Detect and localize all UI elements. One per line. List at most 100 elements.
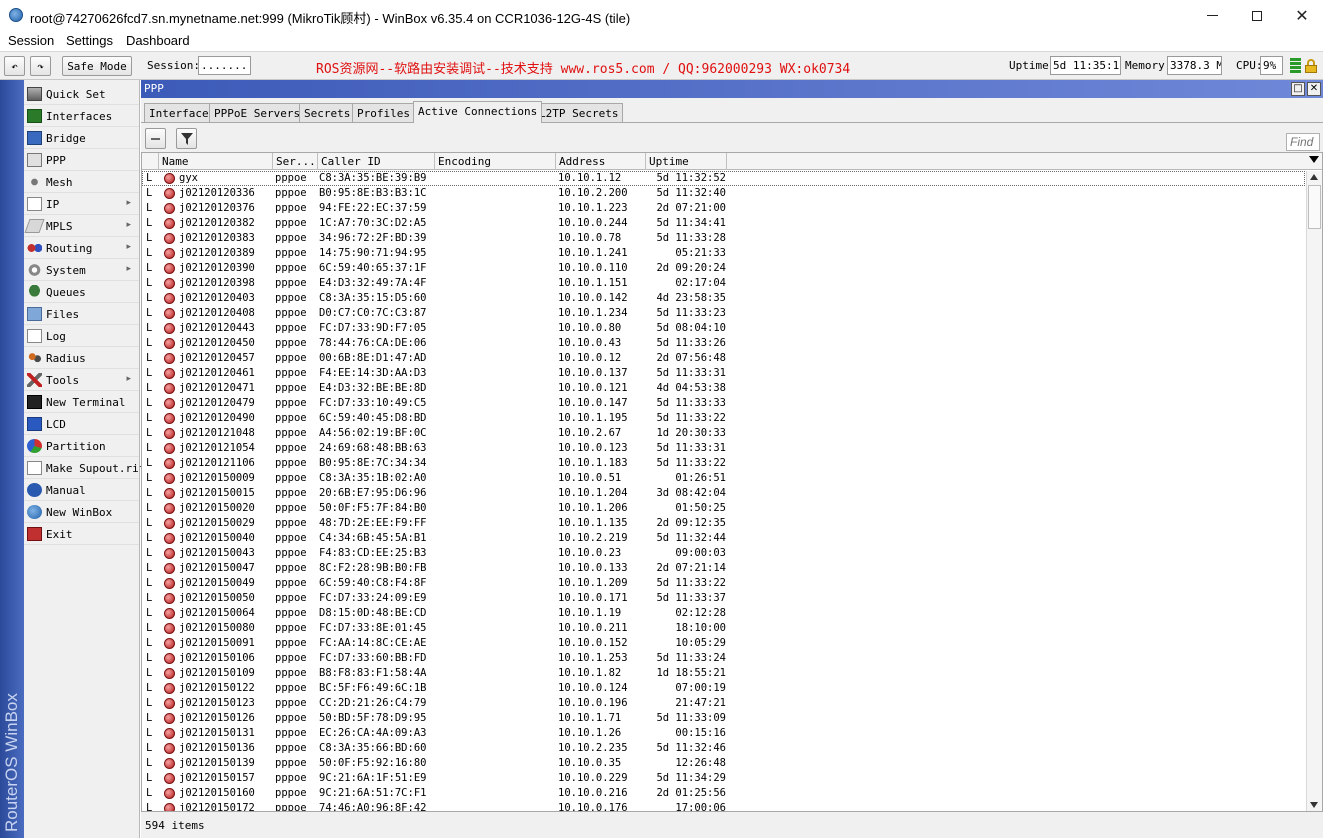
scroll-down-icon[interactable] xyxy=(1310,802,1318,808)
table-row[interactable]: Lj02120150043 pppoe F4:83:CD:EE:25:B3 10.10… xyxy=(142,546,1305,561)
safe-mode-button[interactable]: Safe Mode xyxy=(62,56,132,76)
left-menu-item-lcd[interactable]: LCD xyxy=(24,413,139,435)
table-row[interactable]: Lj02120150020 pppoe 50:0F:F5:7F:84:B0 10.10… xyxy=(142,501,1305,516)
table-row[interactable]: Lj02120150050 pppoe FC:D7:33:24:09:E9 10.10… xyxy=(142,591,1305,606)
table-row[interactable]: Lj02120150080 pppoe FC:D7:33:8E:01:45 10.10… xyxy=(142,621,1305,636)
left-menu-item-tools[interactable]: Tools ▸ xyxy=(24,369,139,391)
ppp-titlebar[interactable]: PPP □ ✕ xyxy=(141,80,1323,98)
col-encoding[interactable]: Encoding xyxy=(435,153,556,170)
left-menu-item-new-winbox[interactable]: New WinBox xyxy=(24,501,139,523)
left-menu-item-make-supout-rif[interactable]: Make Supout.rif xyxy=(24,457,145,479)
table-row[interactable]: Lj02120120461 pppoe F4:EE:14:3D:AA:D3 10.10… xyxy=(142,366,1305,381)
col-caller-id[interactable]: Caller ID xyxy=(318,153,435,170)
table-row[interactable]: Lj02120120479 pppoe FC:D7:33:10:49:C5 10.10… xyxy=(142,396,1305,411)
table-row[interactable]: Lj02120120376 pppoe 94:FE:22:EC:37:59 10.10… xyxy=(142,201,1305,216)
find-input[interactable] xyxy=(1286,133,1320,151)
left-menu-item-interfaces[interactable]: Interfaces xyxy=(24,105,139,127)
left-menu-item-queues[interactable]: Queues xyxy=(24,281,139,303)
table-row[interactable]: Lj02120150160 pppoe 9C:21:6A:51:7C:F1 10.10… xyxy=(142,786,1305,801)
table-row[interactable]: Lj02120120390 pppoe 6C:59:40:65:37:1F 10.10… xyxy=(142,261,1305,276)
menu-dashboard[interactable]: Dashboard xyxy=(126,33,190,48)
left-menu-item-system[interactable]: System ▸ xyxy=(24,259,139,281)
table-row[interactable]: Lj02120150106 pppoe FC:D7:33:60:BB:FD 10.10… xyxy=(142,651,1305,666)
tab-pppoe-servers[interactable]: PPPoE Servers xyxy=(209,103,306,122)
left-menu-item-manual[interactable]: Manual xyxy=(24,479,139,501)
table-row[interactable]: Lj02120120383 pppoe 34:96:72:2F:BD:39 10.10… xyxy=(142,231,1305,246)
tab-l2tp-secrets[interactable]: L2TP Secrets xyxy=(534,103,624,122)
menu-settings[interactable]: Settings xyxy=(66,33,113,48)
table-row[interactable]: Lj02120150091 pppoe FC:AA:14:8C:CE:AE 10.10… xyxy=(142,636,1305,651)
table-row[interactable]: Lj02120120398 pppoe E4:D3:32:49:7A:4F 10.10… xyxy=(142,276,1305,291)
session-field[interactable]: ........ xyxy=(198,56,251,75)
remove-button[interactable] xyxy=(145,128,166,149)
table-row[interactable]: Lj02120121048 pppoe A4:56:02:19:BF:0C 10.10… xyxy=(142,426,1305,441)
left-menu-item-mesh[interactable]: Mesh xyxy=(24,171,139,193)
columns-dropdown-icon[interactable] xyxy=(1309,156,1319,163)
minimize-button[interactable] xyxy=(1189,0,1235,31)
left-menu-label: Files xyxy=(46,308,80,321)
table-row[interactable]: Lj02120150040 pppoe C4:34:6B:45:5A:B1 10.10… xyxy=(142,531,1305,546)
table-row[interactable]: Lj02120150123 pppoe CC:2D:21:26:C4:79 10.10… xyxy=(142,696,1305,711)
vertical-scrollbar[interactable] xyxy=(1306,171,1322,811)
col-service[interactable]: Ser... xyxy=(273,153,318,170)
left-menu-item-bridge[interactable]: Bridge xyxy=(24,127,139,149)
left-menu-item-mpls[interactable]: MPLS ▸ xyxy=(24,215,139,237)
tab-interface[interactable]: Interface xyxy=(144,103,214,122)
table-row[interactable]: Lj02120150029 pppoe 48:7D:2E:EE:F9:FF 10.10… xyxy=(142,516,1305,531)
table-row[interactable]: Lj02120120389 pppoe 14:75:90:71:94:95 10.10… xyxy=(142,246,1305,261)
left-menu-item-radius[interactable]: Radius xyxy=(24,347,139,369)
table-row[interactable]: Lj02120120382 pppoe 1C:A7:70:3C:D2:A5 10.10… xyxy=(142,216,1305,231)
menu-session[interactable]: Session xyxy=(8,33,54,48)
table-row[interactable]: Lj02120150131 pppoe EC:26:CA:4A:09:A3 10.10… xyxy=(142,726,1305,741)
left-menu-item-quick-set[interactable]: Quick Set xyxy=(24,83,139,105)
maximize-button[interactable] xyxy=(1234,0,1280,31)
table-row[interactable]: Lj02120120336 pppoe B0:95:8E:B3:B3:1C 10.10… xyxy=(142,186,1305,201)
col-uptime[interactable]: Uptime xyxy=(646,153,727,170)
table-row[interactable]: Lj02120150009 pppoe C8:3A:35:1B:02:A0 10.10… xyxy=(142,471,1305,486)
table-row[interactable]: Lj02120150122 pppoe BC:5F:F6:49:6C:1B 10.10… xyxy=(142,681,1305,696)
table-row[interactable]: Lj02120150109 pppoe B8:F8:83:F1:58:4A 10.10… xyxy=(142,666,1305,681)
left-menu-item-new-terminal[interactable]: New Terminal xyxy=(24,391,139,413)
lock-icon[interactable] xyxy=(1305,59,1317,73)
table-row[interactable]: Lj02120150136 pppoe C8:3A:35:66:BD:60 10.10… xyxy=(142,741,1305,756)
table-row[interactable]: Lj02120120408 pppoe D0:C7:C0:7C:C3:87 10.10… xyxy=(142,306,1305,321)
scroll-up-icon[interactable] xyxy=(1310,174,1318,180)
table-row[interactable]: Lj02120120471 pppoe E4:D3:32:BE:BE:8D 10.10… xyxy=(142,381,1305,396)
tab-profiles[interactable]: Profiles xyxy=(352,103,415,122)
table-row[interactable]: Lj02120150047 pppoe 8C:F2:28:9B:B0:FB 10.10… xyxy=(142,561,1305,576)
table-row[interactable]: Lj02120150157 pppoe 9C:21:6A:1F:51:E9 10.10… xyxy=(142,771,1305,786)
left-menu-item-log[interactable]: Log xyxy=(24,325,139,347)
table-row[interactable]: Lj02120120450 pppoe 78:44:76:CA:DE:06 10.10… xyxy=(142,336,1305,351)
cell-flag: L xyxy=(146,532,153,544)
col-address[interactable]: Address xyxy=(556,153,646,170)
table-row[interactable]: Lj02120120490 pppoe 6C:59:40:45:D8:BD 10.10… xyxy=(142,411,1305,426)
table-row[interactable]: Lj02120121106 pppoe B0:95:8E:7C:34:34 10.10… xyxy=(142,456,1305,471)
table-row[interactable]: Lj02120121054 pppoe 24:69:68:48:BB:63 10.10… xyxy=(142,441,1305,456)
col-name[interactable]: Name xyxy=(159,153,273,170)
table-row[interactable]: Lgyx pppoe C8:3A:35:BE:39:B9 10.10.1.12 5d 1… xyxy=(142,171,1305,186)
table-row[interactable]: Lj02120150015 pppoe 20:6B:E7:95:D6:96 10.10… xyxy=(142,486,1305,501)
left-menu-item-routing[interactable]: Routing ▸ xyxy=(24,237,139,259)
undo-button[interactable]: ↶ xyxy=(4,56,25,76)
close-button[interactable]: ✕ xyxy=(1279,0,1323,31)
left-menu-item-exit[interactable]: Exit xyxy=(24,523,139,545)
table-row[interactable]: Lj02120120457 pppoe 00:6B:8E:D1:47:AD 10.10… xyxy=(142,351,1305,366)
left-menu-item-ppp[interactable]: PPP xyxy=(24,149,139,171)
table-row[interactable]: Lj02120150064 pppoe D8:15:0D:48:BE:CD 10.10… xyxy=(142,606,1305,621)
table-row[interactable]: Lj02120150172 pppoe 74:46:A0:96:8F:42 10.10… xyxy=(142,801,1305,811)
left-menu-item-partition[interactable]: Partition xyxy=(24,435,139,457)
left-menu-item-ip[interactable]: IP ▸ xyxy=(24,193,139,215)
table-row[interactable]: Lj02120150126 pppoe 50:BD:5F:78:D9:95 10.10… xyxy=(142,711,1305,726)
ppp-close-button[interactable]: ✕ xyxy=(1307,82,1321,96)
table-row[interactable]: Lj02120120443 pppoe FC:D7:33:9D:F7:05 10.10… xyxy=(142,321,1305,336)
redo-button[interactable]: ↷ xyxy=(30,56,51,76)
table-row[interactable]: Lj02120120403 pppoe C8:3A:35:15:D5:60 10.10… xyxy=(142,291,1305,306)
filter-button[interactable] xyxy=(176,128,197,149)
table-row[interactable]: Lj02120150139 pppoe 50:0F:F5:92:16:80 10.10… xyxy=(142,756,1305,771)
scroll-thumb[interactable] xyxy=(1308,185,1321,229)
tab-secrets[interactable]: Secrets xyxy=(299,103,356,122)
ppp-restore-button[interactable]: □ xyxy=(1291,82,1305,96)
tab-active-connections[interactable]: Active Connections xyxy=(413,101,543,123)
table-row[interactable]: Lj02120150049 pppoe 6C:59:40:C8:F4:8F 10.10… xyxy=(142,576,1305,591)
left-menu-item-files[interactable]: Files xyxy=(24,303,139,325)
